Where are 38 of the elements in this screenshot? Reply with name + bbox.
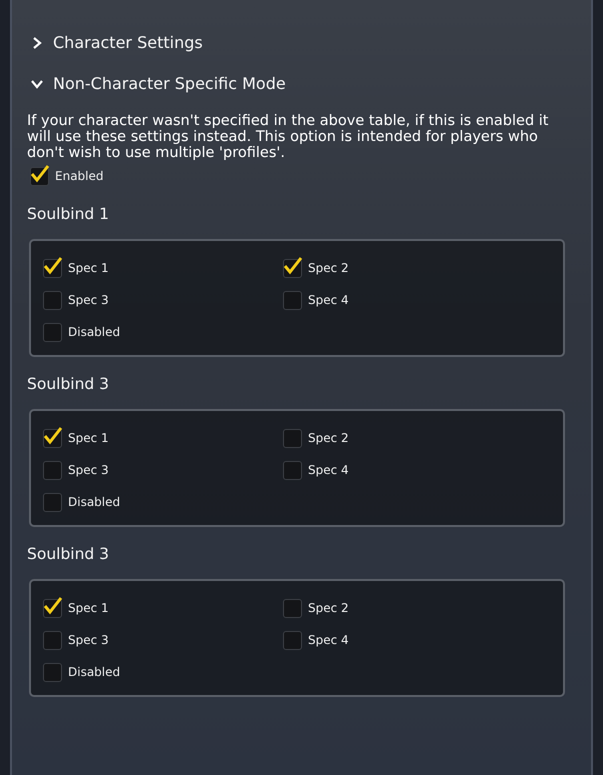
checkbox-label[interactable]: Spec 4 <box>308 463 349 477</box>
checkbox[interactable] <box>283 598 302 618</box>
checkbox[interactable] <box>283 460 302 480</box>
checkbox-label[interactable]: Spec 3 <box>68 463 109 477</box>
section-header[interactable]: Character Settings <box>53 33 203 52</box>
checkbox[interactable] <box>43 630 62 650</box>
checkbox-label[interactable]: Enabled <box>55 169 104 183</box>
checkbox[interactable] <box>283 630 302 650</box>
section-header[interactable]: Non-Character Specific Mode <box>53 74 286 93</box>
checkbox[interactable] <box>43 290 62 310</box>
checkbox[interactable] <box>43 460 62 480</box>
checkbox[interactable] <box>30 166 49 186</box>
checkbox-label[interactable]: Spec 2 <box>308 261 349 275</box>
checkbox[interactable] <box>43 598 62 618</box>
checkbox-label[interactable]: Spec 3 <box>68 293 109 307</box>
checkbox[interactable] <box>43 662 62 682</box>
checkbox-label[interactable]: Spec 1 <box>68 601 109 615</box>
checkbox[interactable] <box>283 428 302 448</box>
checkbox[interactable] <box>43 492 62 512</box>
checkbox-label[interactable]: Disabled <box>68 495 120 509</box>
checkbox-label[interactable]: Spec 2 <box>308 601 349 615</box>
checkbox-label[interactable]: Spec 2 <box>308 431 349 445</box>
checkbox[interactable] <box>43 322 62 342</box>
checkbox-label[interactable]: Spec 3 <box>68 633 109 647</box>
checkbox-label[interactable]: Disabled <box>68 325 120 339</box>
checkbox[interactable] <box>43 428 62 448</box>
checkbox[interactable] <box>43 258 62 278</box>
checkbox[interactable] <box>283 290 302 310</box>
group-title: Soulbind 3 <box>27 375 110 395</box>
checkbox-label[interactable]: Disabled <box>68 665 120 679</box>
group-title: Soulbind 3 <box>27 545 110 565</box>
group-title: Soulbind 1 <box>27 205 110 225</box>
checkbox-label[interactable]: Spec 1 <box>68 431 109 445</box>
checkbox-label[interactable]: Spec 1 <box>68 261 109 275</box>
checkbox[interactable] <box>283 258 302 278</box>
checkbox-label[interactable]: Spec 4 <box>308 633 349 647</box>
description-text: If your character wasn't specified in the above table, if this is enabled it will use these settings instead. This option is intended for players who don't wish to use multiple 'profiles'. <box>27 113 550 161</box>
checkbox-label[interactable]: Spec 4 <box>308 293 349 307</box>
